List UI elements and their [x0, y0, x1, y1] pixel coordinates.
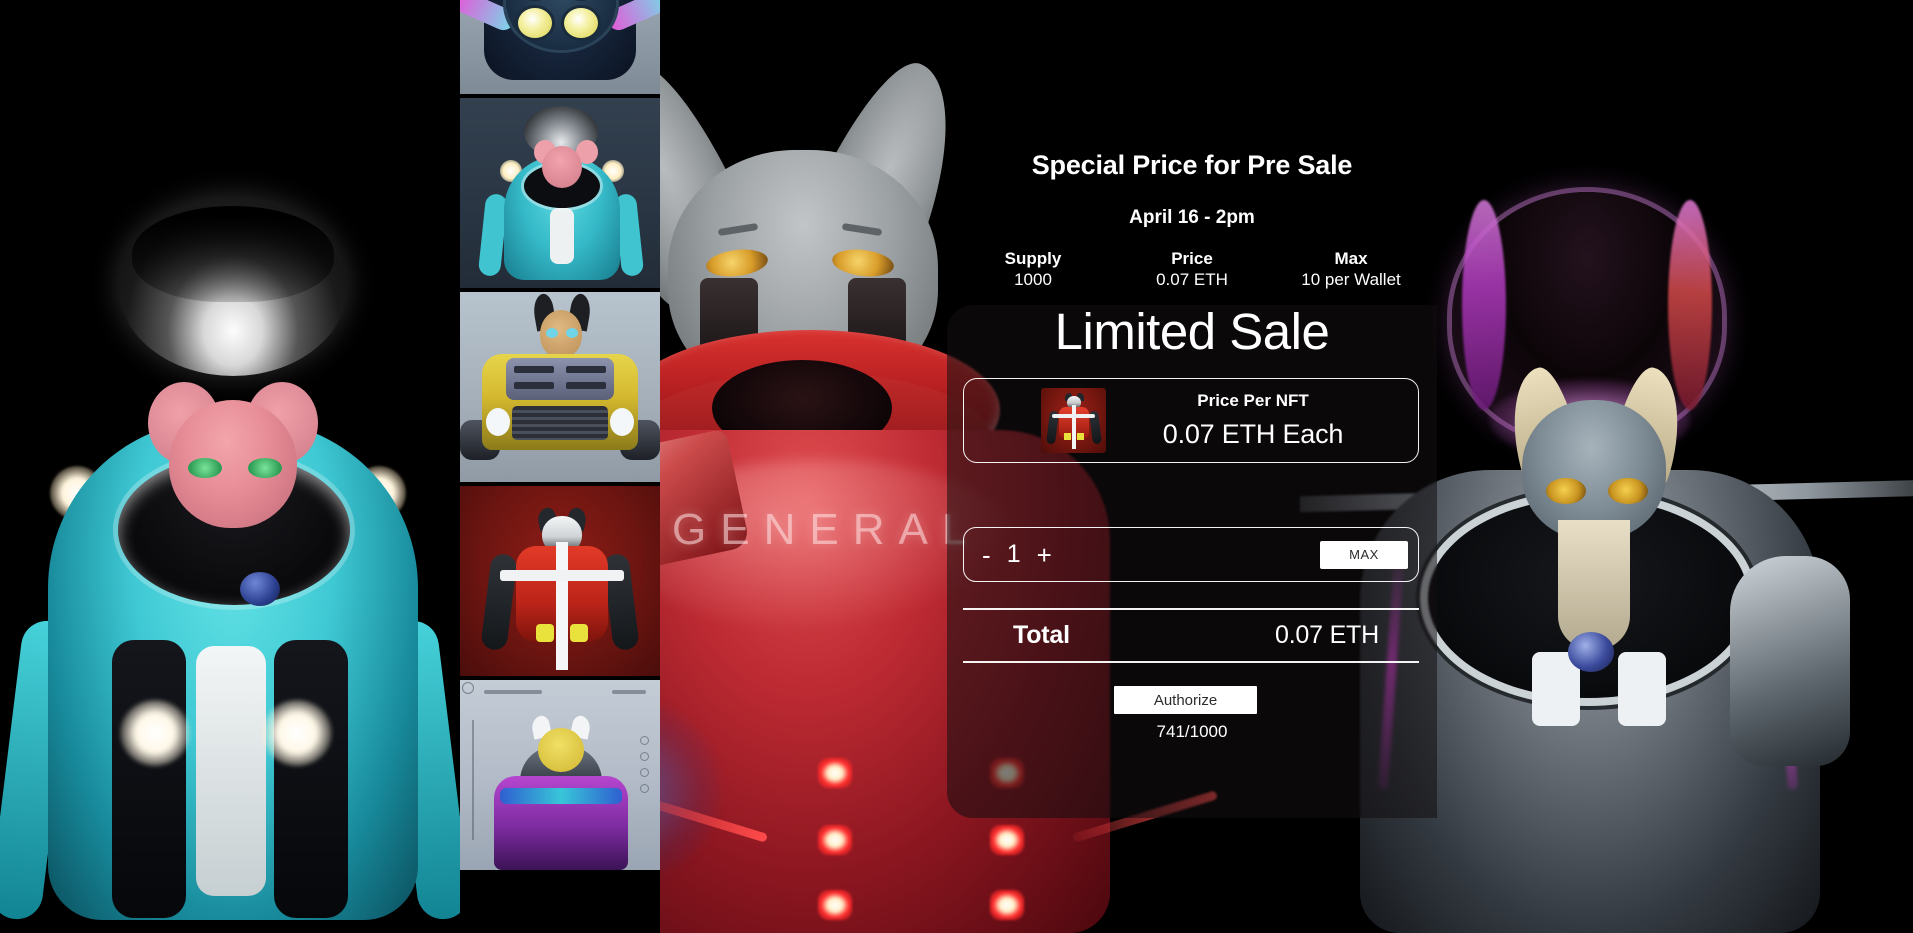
- character-head: [1522, 400, 1666, 540]
- stat-value: 1000: [1014, 270, 1052, 290]
- mech-stripe: [500, 570, 624, 581]
- character-orb: [1568, 632, 1614, 672]
- minted-counter: 741/1000: [1156, 722, 1228, 741]
- character-eye: [546, 328, 558, 338]
- increment-button[interactable]: +: [1035, 542, 1054, 568]
- decorative-spotlight: [120, 700, 190, 766]
- max-button[interactable]: MAX: [1320, 540, 1408, 569]
- mech-stripe: [550, 208, 574, 264]
- total-row: Total 0.07 ETH: [963, 608, 1419, 663]
- total-label: Total: [1013, 621, 1070, 649]
- stat-value: 10 per Wallet: [1301, 270, 1401, 290]
- character-head: [542, 146, 582, 188]
- nft-avatar: [1041, 388, 1106, 453]
- quantity-value: 1: [1006, 540, 1021, 568]
- mech-panel: [1618, 652, 1666, 726]
- promo-title: Special Price for Pre Sale: [1031, 150, 1353, 180]
- stat-supply: Supply 1000: [977, 248, 1089, 291]
- mech-vent: [566, 366, 606, 373]
- character-eye: [1608, 478, 1648, 504]
- hud-rail: [472, 720, 474, 840]
- price-label: Price Per NFT: [1197, 391, 1309, 410]
- mech-led: [990, 890, 1024, 920]
- mech-vent: [566, 382, 606, 389]
- authorize-button[interactable]: Authorize: [1114, 686, 1257, 714]
- price-per-nft-card: Price Per NFT 0.07 ETH Each: [963, 378, 1419, 463]
- mech-stripe: [196, 646, 266, 896]
- mech-stripe: [500, 788, 622, 804]
- mech-stripe: [556, 542, 568, 670]
- decrement-button[interactable]: -: [980, 542, 993, 568]
- hud-labels: [468, 686, 652, 698]
- page-title: Limited Sale: [1054, 303, 1330, 360]
- stat-value: 0.07 ETH: [1156, 270, 1228, 290]
- mech-led: [818, 825, 852, 855]
- hud-dots: [640, 736, 650, 800]
- mech-headlamp: [486, 408, 510, 436]
- mech-vent: [514, 382, 554, 389]
- nft-thumbnail-item[interactable]: [460, 98, 660, 288]
- nft-thumbnail-item[interactable]: [460, 0, 660, 94]
- price-value: 0.07 ETH Each: [1162, 419, 1344, 449]
- mech-panel: [274, 640, 348, 918]
- character-orb: [240, 572, 280, 606]
- nft-thumbnail-strip[interactable]: [460, 0, 660, 933]
- character-eye: [188, 458, 222, 478]
- character-eye: [1546, 478, 1586, 504]
- stat-max: Max 10 per Wallet: [1295, 248, 1407, 291]
- stat-price: Price 0.07 ETH: [1136, 248, 1248, 291]
- character-head: [538, 728, 584, 772]
- mech-lamp: [564, 8, 598, 38]
- nft-thumbnail-item[interactable]: [460, 292, 660, 482]
- mech-lamp: [518, 8, 552, 38]
- mech-knee-light: [536, 624, 554, 642]
- decorative-spotlight: [262, 700, 332, 766]
- character-eye: [566, 328, 578, 338]
- mech-shoulder: [1730, 556, 1850, 766]
- mech-led: [990, 825, 1024, 855]
- mech-grill: [512, 406, 608, 440]
- character-neck: [1558, 520, 1630, 650]
- mech-arm: [480, 552, 518, 652]
- mech-hood: [506, 358, 614, 400]
- sale-stats: Supply 1000 Price 0.07 ETH Max 10 per Wa…: [947, 248, 1437, 291]
- total-value: 0.07 ETH: [1274, 621, 1379, 649]
- stat-label: Max: [1334, 249, 1368, 268]
- mech-led: [818, 758, 852, 788]
- stat-label: Price: [1171, 249, 1213, 268]
- price-text-block: Price Per NFT 0.07 ETH Each: [1106, 391, 1418, 450]
- quantity-stepper[interactable]: - 1 +: [980, 540, 1054, 569]
- mech-led: [818, 890, 852, 920]
- quantity-row: - 1 + MAX: [963, 527, 1419, 582]
- mech-vent: [514, 366, 554, 373]
- app-backdrop: GENERAL Special Price for Pre Sale April…: [0, 0, 1913, 933]
- character-eye: [248, 458, 282, 478]
- stat-label: Supply: [1004, 249, 1062, 268]
- promo-date: April 16 - 2pm: [1129, 207, 1255, 228]
- mech-panel: [112, 640, 186, 918]
- nft-thumbnail-item[interactable]: [460, 680, 660, 870]
- mech-wordmark: GENERAL: [672, 505, 981, 554]
- nft-thumbnail-item[interactable]: [460, 486, 660, 676]
- mech-knee-light: [570, 624, 588, 642]
- backdrop-left-scene: [0, 0, 460, 933]
- mech-canopy: [118, 196, 348, 376]
- mech-headlamp: [610, 408, 634, 436]
